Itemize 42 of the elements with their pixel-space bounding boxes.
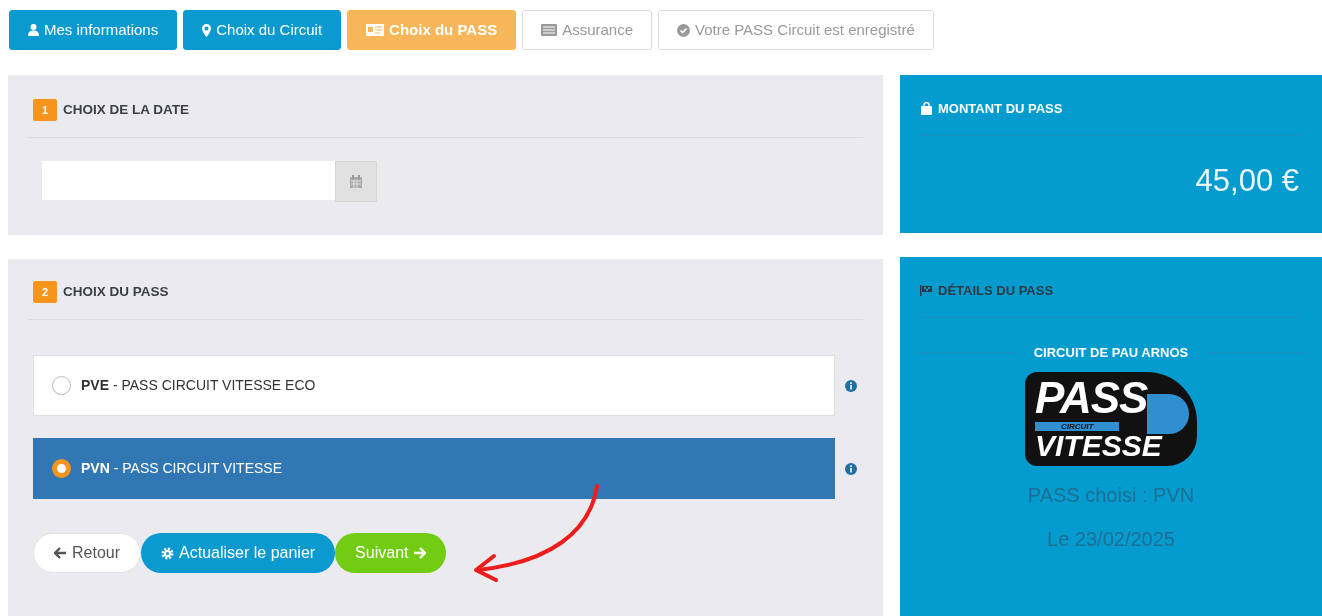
date-field[interactable] — [42, 161, 335, 200]
logo-text: PASS — [1035, 374, 1148, 422]
calendar-icon — [349, 174, 363, 189]
logo-text: CIRCUIT — [1035, 422, 1120, 431]
pass-option[interactable]: PVN - PASS CIRCUIT VITESSE — [33, 438, 835, 499]
step-number-badge: 1 — [33, 99, 57, 121]
info-icon[interactable] — [845, 462, 857, 475]
pass-option[interactable]: PVE - PASS CIRCUIT VITESSE ECO — [33, 355, 835, 416]
radio-button[interactable] — [52, 376, 71, 395]
chosen-pass-text: PASS choisi : PVN — [1026, 483, 1196, 508]
step-tab[interactable]: Mes informations — [9, 10, 178, 50]
step-tab[interactable]: Choix du PASS — [347, 10, 517, 50]
step-tab[interactable]: Votre PASS Circuit est enregistré — [658, 10, 934, 50]
refresh-cart-button[interactable]: Actualiser le panier — [141, 533, 336, 573]
option-label: PVN - PASS CIRCUIT VITESSE — [81, 459, 282, 478]
arrow-left-icon — [54, 547, 67, 559]
step-tab[interactable]: Choix du Circuit — [183, 10, 342, 50]
helmet-visor — [1147, 394, 1189, 434]
id-card-icon — [366, 24, 385, 36]
amount-text: 45,00 € — [1194, 161, 1300, 200]
panel-title: DÉTAILS DU PASS — [938, 282, 1054, 300]
gear-icon — [161, 546, 175, 560]
info-icon[interactable] — [845, 379, 857, 392]
back-button[interactable]: Retour — [33, 533, 142, 573]
radio-button[interactable] — [52, 459, 71, 478]
next-button[interactable]: Suivant — [335, 533, 447, 573]
check-circle-icon — [677, 23, 691, 37]
arrow-right-icon — [413, 547, 427, 559]
user-icon — [28, 24, 39, 36]
step-number-badge: 2 — [33, 281, 57, 303]
panel-title: MONTANT DU PASS — [938, 100, 1063, 118]
section-title: CHOIX DE LA DATE — [63, 100, 189, 119]
flag-icon — [920, 285, 933, 297]
circuit-name: CIRCUIT DE PAU ARNOS — [1032, 343, 1190, 362]
shopping-bag-icon — [920, 102, 933, 116]
option-label: PVE - PASS CIRCUIT VITESSE ECO — [81, 376, 316, 395]
step-tab[interactable]: Assurance — [522, 10, 653, 50]
pass-date-text: Le 23/02/2025 — [1046, 527, 1176, 552]
section-title: CHOIX DU PASS — [63, 282, 169, 301]
list-icon — [541, 24, 558, 36]
map-pin-icon — [202, 23, 212, 37]
logo-text: VITESSE — [1035, 429, 1162, 463]
